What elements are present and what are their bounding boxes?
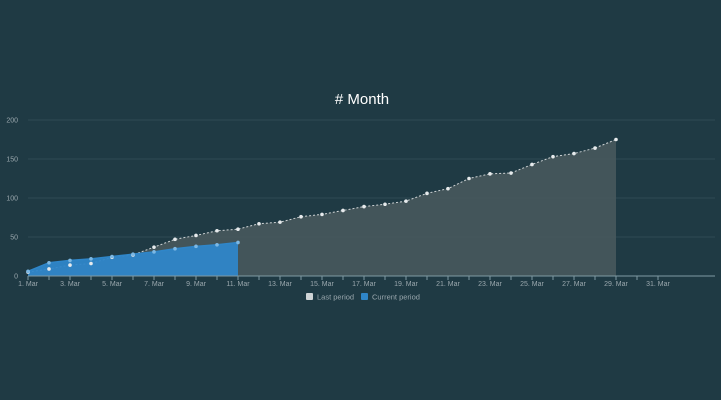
x-tick-label: 3. Mar bbox=[60, 281, 81, 288]
data-point-last-period bbox=[173, 237, 177, 242]
legend: Last period Current period bbox=[306, 293, 420, 302]
x-tick-label: 1. Mar bbox=[18, 281, 39, 288]
y-tick-label: 0 bbox=[14, 274, 18, 281]
data-point-last-period bbox=[362, 204, 366, 209]
data-point-current-period bbox=[47, 260, 51, 265]
data-point-last-period bbox=[278, 220, 282, 224]
data-point-last-period bbox=[257, 221, 261, 226]
data-point-last-period bbox=[320, 212, 324, 217]
x-tick-label: 13. Mar bbox=[268, 281, 292, 288]
y-tick-label: 50 bbox=[10, 235, 18, 242]
series-area-current-period bbox=[28, 242, 238, 276]
data-point-last-period bbox=[404, 199, 408, 203]
data-point-current-period bbox=[68, 258, 72, 263]
data-point-current-period bbox=[152, 250, 156, 254]
data-point-last-period bbox=[152, 245, 156, 249]
data-point-current-period bbox=[110, 254, 114, 259]
data-point-last-period bbox=[593, 146, 597, 150]
data-point-current-period bbox=[236, 240, 240, 245]
data-point-last-period bbox=[47, 267, 51, 271]
data-point-last-period bbox=[194, 233, 198, 238]
x-tick-label: 27. Mar bbox=[562, 281, 586, 288]
data-point-current-period bbox=[194, 244, 198, 249]
data-point-last-period bbox=[551, 154, 555, 159]
data-point-last-period bbox=[509, 171, 513, 175]
data-point-last-period bbox=[215, 228, 219, 233]
y-tick-label: 100 bbox=[6, 196, 18, 203]
legend-swatch-last-period bbox=[306, 293, 313, 300]
data-point-last-period bbox=[89, 261, 93, 266]
data-point-last-period bbox=[341, 208, 345, 213]
legend-swatch-current-period bbox=[361, 293, 368, 300]
x-tick-label: 5. Mar bbox=[102, 281, 123, 288]
chart-title: # Month bbox=[335, 91, 389, 108]
legend-label-last-period: Last period bbox=[317, 293, 354, 302]
x-tick-label: 23. Mar bbox=[478, 281, 502, 288]
data-point-last-period bbox=[572, 151, 576, 156]
x-tick-label: 9. Mar bbox=[186, 281, 207, 288]
legend-label-current-period: Current period bbox=[372, 293, 420, 302]
data-point-last-period bbox=[383, 202, 387, 207]
data-point-last-period bbox=[614, 137, 618, 142]
data-point-last-period bbox=[530, 162, 534, 167]
data-point-last-period bbox=[467, 176, 471, 181]
x-tick-label: 15. Mar bbox=[310, 281, 334, 288]
chart-container: # Month 0 50 100 150 200 1. Mar 3. Mar 5. Mar 7.… bbox=[0, 0, 721, 400]
plot-area bbox=[27, 139, 617, 276]
data-point-current-period bbox=[215, 243, 219, 247]
x-tick-label: 11. Mar bbox=[226, 281, 250, 288]
y-tick-label: 200 bbox=[6, 118, 18, 125]
data-point-current-period bbox=[131, 252, 135, 256]
data-point-current-period bbox=[26, 269, 30, 274]
x-tick-label: 17. Mar bbox=[352, 281, 376, 288]
x-tick-label: 31. Mar bbox=[646, 281, 670, 288]
data-point-last-period bbox=[425, 191, 429, 196]
data-point-last-period bbox=[446, 186, 450, 191]
x-tick-label: 21. Mar bbox=[436, 281, 460, 288]
area-chart: # Month 0 50 100 150 200 1. Mar 3. Mar 5. Mar 7.… bbox=[6, 91, 715, 302]
data-point-last-period bbox=[68, 263, 72, 267]
y-tick-label: 150 bbox=[6, 157, 18, 164]
x-tick-label: 7. Mar bbox=[144, 281, 165, 288]
x-tick-label: 29. Mar bbox=[604, 281, 628, 288]
data-point-current-period bbox=[173, 246, 177, 251]
data-point-last-period bbox=[299, 214, 303, 219]
data-point-last-period bbox=[488, 172, 492, 176]
x-tick-label: 19. Mar bbox=[394, 281, 418, 288]
data-point-current-period bbox=[89, 257, 93, 261]
x-tick-label: 25. Mar bbox=[520, 281, 544, 288]
data-point-last-period bbox=[236, 227, 240, 231]
